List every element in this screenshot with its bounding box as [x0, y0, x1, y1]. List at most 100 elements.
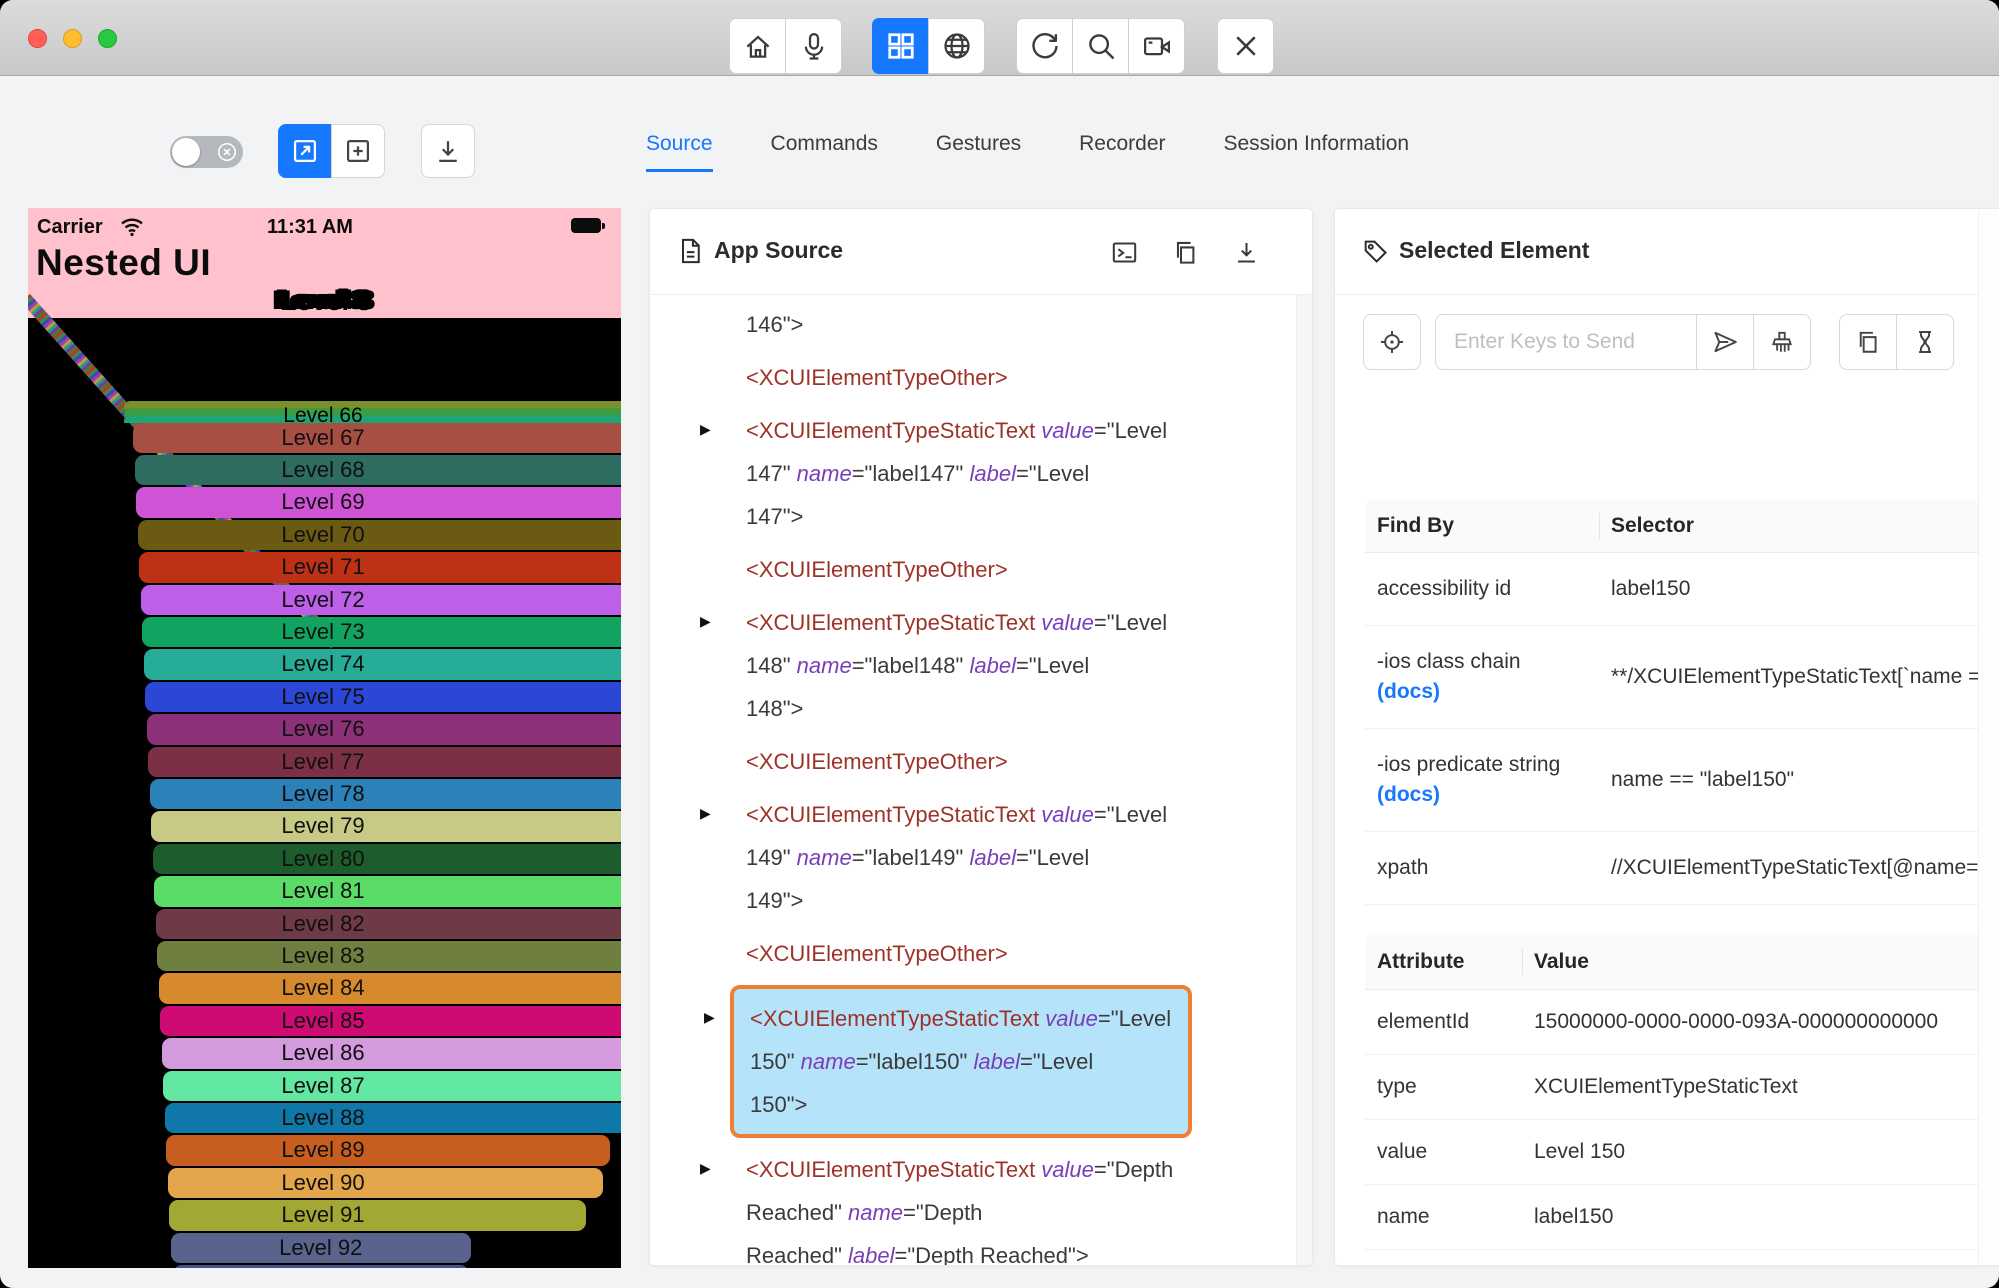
level-bar[interactable]: Level 80 — [152, 843, 621, 875]
docs-link[interactable]: (docs) — [1377, 783, 1611, 807]
swipe-coordinates-button[interactable] — [331, 124, 385, 178]
source-tree-node[interactable]: <XCUIElementTypeOther> — [650, 356, 1296, 399]
expand-arrow-icon[interactable]: ▶ — [700, 613, 711, 630]
source-line: <XCUIElementTypeStaticText value="Depth — [746, 1157, 1174, 1182]
level-bar[interactable]: Level 74 — [143, 649, 621, 680]
find-by-selector: //XCUIElementTypeStaticText[@name="label… — [1611, 856, 1979, 879]
source-line: <XCUIElementTypeOther> — [746, 749, 1008, 774]
source-line: Reached" label="Depth Reached"> — [746, 1243, 1089, 1265]
level-bar[interactable]: Level 88 — [164, 1102, 621, 1134]
level-bar[interactable]: Level 75 — [145, 681, 621, 713]
tab-gestures[interactable]: Gestures — [936, 132, 1021, 172]
column-header: Attribute — [1377, 950, 1465, 973]
level-bar-label: Level 84 — [281, 975, 365, 1001]
device-screenshot[interactable]: Carrier 11:31 AM Nested UI Level 8 Level… — [28, 208, 621, 1268]
download-group — [421, 124, 475, 178]
download-screenshot-button[interactable] — [421, 124, 475, 178]
column-header: Value — [1534, 950, 1589, 973]
attribute-name: name — [1377, 1205, 1430, 1228]
source-line: 149"> — [746, 888, 804, 913]
table-header-row: Find By Selector — [1365, 500, 1979, 553]
microphone-button[interactable] — [785, 18, 842, 74]
element-selection-toggle[interactable] — [170, 136, 243, 168]
app-source-panel: App Source 146"> <XCUIElementTypeOther> ▶ <… — [649, 208, 1313, 1266]
quit-session-button[interactable] — [1217, 18, 1274, 74]
send-keys-input[interactable] — [1435, 314, 1697, 370]
level-bar[interactable]: Level 83 — [157, 940, 621, 972]
terminal-icon[interactable] — [1111, 239, 1138, 266]
level-bar[interactable]: Level 72 — [140, 584, 621, 615]
expand-arrow-icon[interactable]: ▶ — [700, 1160, 711, 1177]
inspector-tabs: Source Commands Gestures Recorder Session In… — [646, 132, 1409, 172]
hourglass-button[interactable] — [1896, 314, 1954, 370]
toolbar-group-close — [1217, 18, 1274, 74]
selected-element-title: Selected Element — [1399, 237, 1590, 263]
source-tree-node[interactable]: ▶ <XCUIElementTypeStaticText value="Level… — [650, 601, 1296, 730]
locate-element-button[interactable] — [1363, 314, 1421, 370]
source-tree-node[interactable]: ▶ <XCUIElementTypeStaticText value="Depth… — [650, 1148, 1296, 1265]
attribute-row: type XCUIElementTypeStaticText — [1365, 1055, 1979, 1120]
level-bar[interactable]: Level 77 — [148, 746, 621, 777]
level-bar[interactable]: Level 82 — [155, 908, 621, 939]
level-bar-label: Level 86 — [281, 1040, 365, 1066]
attribute-value: label150 — [1534, 1205, 1614, 1228]
traffic-light-close[interactable] — [28, 29, 47, 48]
level-bar[interactable]: Level 76 — [146, 714, 621, 745]
level-bar[interactable]: Level 85 — [160, 1005, 621, 1037]
level-bar[interactable]: Level 79 — [151, 811, 621, 842]
level-bar[interactable]: Level 70 — [137, 519, 621, 551]
screen-record-button[interactable] — [1128, 18, 1185, 74]
traffic-light-minimize[interactable] — [63, 29, 82, 48]
level-bar[interactable]: Level 86 — [161, 1038, 621, 1069]
search-button[interactable] — [1072, 18, 1129, 74]
expand-arrow-icon[interactable]: ▶ — [700, 805, 711, 822]
source-tree-node[interactable]: ▶ <XCUIElementTypeStaticText value="Level… — [650, 793, 1296, 922]
expand-arrow-icon[interactable]: ▶ — [704, 1009, 715, 1026]
traffic-light-zoom[interactable] — [98, 29, 117, 48]
level-bar[interactable]: Level 67 — [133, 422, 621, 453]
select-elements-button[interactable] — [278, 124, 332, 178]
level-bar[interactable]: Level 71 — [139, 552, 621, 583]
source-tree-node[interactable]: ▶ <XCUIElementTypeStaticText value="Level… — [650, 409, 1296, 538]
selected-element-scrollbar[interactable] — [1978, 209, 1999, 1265]
apps-grid-button[interactable] — [872, 18, 929, 74]
docs-link[interactable]: (docs) — [1377, 680, 1611, 704]
tab-source[interactable]: Source — [646, 132, 713, 172]
level-bar[interactable]: Level 91 — [169, 1200, 586, 1231]
source-tree-node[interactable]: <XCUIElementTypeOther> — [650, 740, 1296, 783]
copy-icon — [1859, 331, 1877, 353]
send-keys-button[interactable] — [1696, 314, 1754, 370]
level-bar[interactable]: Level 92 — [170, 1232, 471, 1263]
expand-arrow-icon[interactable]: ▶ — [700, 421, 711, 438]
source-tree-node[interactable]: <XCUIElementTypeOther> — [650, 932, 1296, 975]
source-tree-node-selected[interactable]: ▶ <XCUIElementTypeStaticText value="Level… — [704, 985, 1192, 1138]
level-bar[interactable]: Level 69 — [136, 487, 621, 518]
download-source-icon[interactable] — [1233, 239, 1260, 266]
tab-recorder[interactable]: Recorder — [1079, 132, 1165, 172]
level-bar-label: Level 92 — [279, 1234, 363, 1260]
status-time: 11:31 AM — [267, 216, 353, 238]
globe-button[interactable] — [928, 18, 985, 74]
source-tree-node[interactable]: <XCUIElementTypeOther> — [650, 548, 1296, 591]
level-bar[interactable]: Level 84 — [158, 973, 621, 1004]
source-tree-node[interactable]: 146"> — [650, 303, 1296, 346]
copy-attributes-button[interactable] — [1839, 314, 1897, 370]
source-scrollbar[interactable] — [1296, 295, 1312, 1265]
close-icon — [1235, 36, 1256, 56]
tab-session-information[interactable]: Session Information — [1224, 132, 1410, 172]
level-bar[interactable]: Level 90 — [167, 1167, 603, 1199]
home-button[interactable] — [729, 18, 786, 74]
refresh-button[interactable] — [1016, 18, 1073, 74]
level-bar[interactable]: Level 73 — [142, 616, 621, 648]
level-bar[interactable]: Level 89 — [166, 1135, 610, 1166]
tab-commands[interactable]: Commands — [771, 132, 878, 172]
level-bar[interactable]: Level 81 — [154, 876, 621, 907]
level-bar[interactable]: Level 78 — [149, 778, 621, 810]
copy-icon[interactable] — [1172, 239, 1199, 266]
level-bar[interactable]: Level 87 — [163, 1070, 621, 1101]
selected-element-panel: Selected Element Enter Keys to Send Find… — [1334, 208, 1999, 1266]
level-bar[interactable]: Level 68 — [134, 454, 621, 486]
app-source-title: App Source — [714, 237, 844, 263]
clear-button[interactable] — [1753, 314, 1811, 370]
find-by-selector: label150 — [1611, 577, 1691, 600]
